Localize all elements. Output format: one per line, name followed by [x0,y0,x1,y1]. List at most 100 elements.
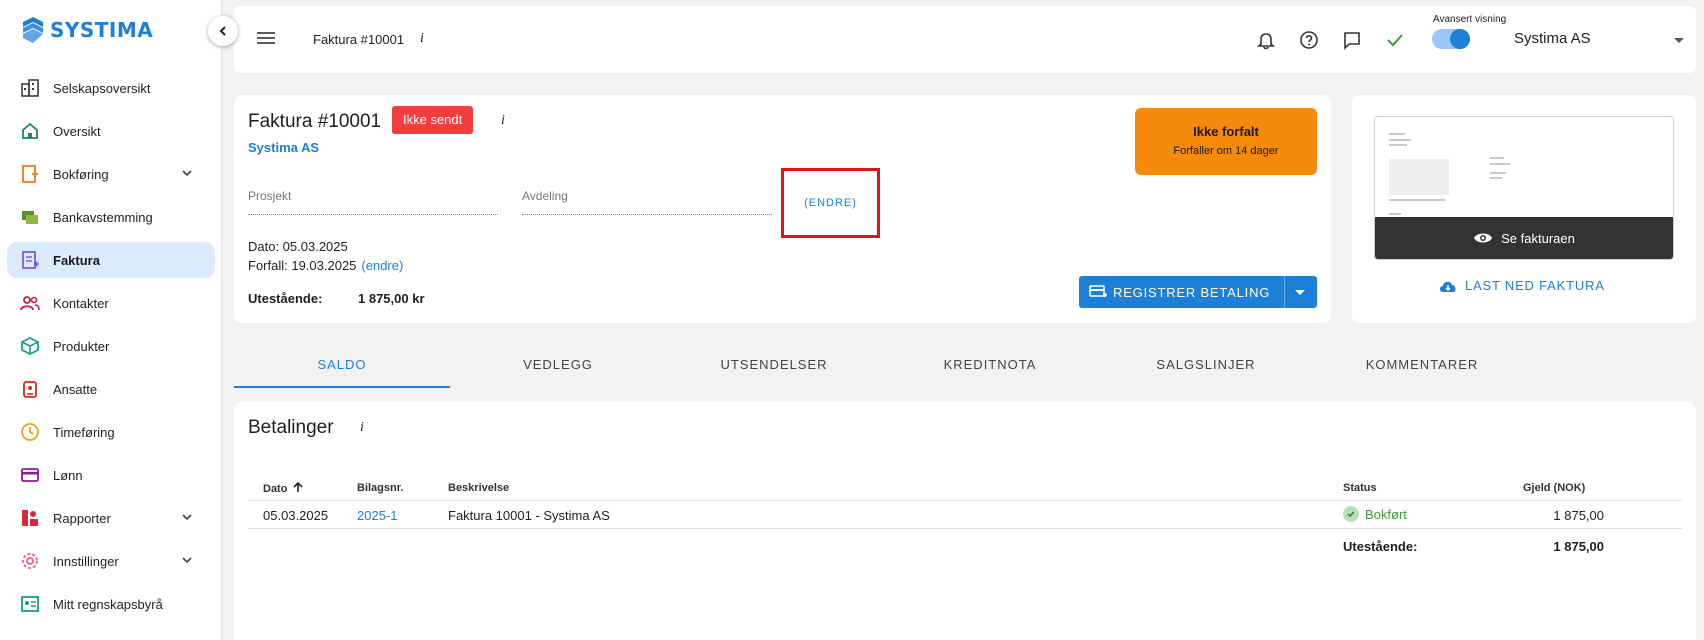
advanced-view-label: Avansert visning [1433,14,1507,25]
notification-bell-icon[interactable] [1254,28,1278,52]
sidebar-item-label: Bokføring [53,166,109,182]
register-payment-dropdown-icon[interactable] [1295,290,1305,295]
column-header-description[interactable]: Beskrivelse [448,482,509,494]
chevron-down-icon [182,557,192,564]
tab-salgslinjer[interactable]: SALGSLINJER [1098,350,1314,388]
sidebar-item-produkter[interactable]: Produkter [7,328,215,364]
tab-utsendelser[interactable]: UTSENDELSER [666,350,882,388]
sidebar-item-innstillinger[interactable]: Innstillinger [7,543,215,579]
sidebar-nav: Selskapsoversikt Oversikt Bokføring Bank… [7,70,215,629]
sidebar-item-timeforing[interactable]: Timeføring [7,414,215,450]
sidebar-item-label: Faktura [53,252,100,268]
tab-kommentarer[interactable]: KOMMENTARER [1314,350,1530,388]
sidebar-item-label: Timeføring [53,424,115,440]
sidebar-item-bankavstemming[interactable]: Bankavstemming [7,199,215,235]
voucher-link[interactable]: 2025-1 [357,508,397,523]
sidebar-item-label: Produkter [53,338,110,354]
payments-card: Betalinger i Dato Bilagsnr. Beskrivelse … [234,402,1696,640]
arrow-up-icon [292,481,303,492]
sidebar-item-rapporter[interactable]: Rapporter [7,500,215,536]
collapse-sidebar-button[interactable] [208,16,238,46]
product-box-icon [19,335,41,357]
change-dimensions-button[interactable]: (ENDRE) [781,168,880,238]
chat-icon[interactable] [1340,28,1364,52]
register-payment-button[interactable]: REGISTRER BETALING [1079,276,1317,308]
employee-badge-icon [19,378,41,400]
info-icon[interactable]: i [420,31,424,47]
sidebar-item-label: Rapporter [53,510,111,526]
department-label: Avdeling [522,189,568,203]
cloud-download-icon [1439,279,1457,293]
column-header-status[interactable]: Status [1343,482,1377,494]
bank-reconcile-icon [19,206,41,228]
sidebar-item-label: Lønn [53,467,83,483]
sidebar-item-label: Oversikt [53,123,101,139]
reports-icon [19,507,41,529]
sidebar-item-oversikt[interactable]: Oversikt [7,113,215,149]
building-icon [19,77,41,99]
status-cell: Bokført [1343,506,1407,522]
payment-card-icon [1089,283,1107,301]
payroll-card-icon [19,464,41,486]
invoice-thumbnail[interactable]: Se fakturaen [1374,116,1674,260]
outstanding-value: 1 875,00 kr [358,291,425,306]
register-payment-label: REGISTRER BETALING [1113,284,1271,300]
sidebar-item-label: Mitt regnskapsbyrå [53,596,163,612]
tab-saldo[interactable]: SALDO [234,350,450,388]
invoice-company-link[interactable]: Systima AS [248,140,319,155]
download-invoice-label: LAST NED FAKTURA [1465,278,1605,293]
sidebar-item-label: Selskapsoversikt [53,80,151,96]
cell-debt: 1 875,00 [1553,508,1604,523]
view-invoice-overlay[interactable]: Se fakturaen [1375,217,1673,259]
sidebar-item-kontakter[interactable]: Kontakter [7,285,215,321]
table-row[interactable]: 05.03.2025 2025-1 Faktura 10001 - Systim… [248,500,1682,529]
sidebar-item-label: Bankavstemming [53,209,153,225]
bookkeeping-icon [19,163,41,185]
contacts-icon [19,292,41,314]
advanced-view-toggle[interactable] [1432,29,1470,49]
company-select-value: Systima AS [1514,30,1591,47]
home-icon [19,120,41,142]
cell-date: 05.03.2025 [263,508,329,523]
sidebar-item-selskapsoversikt[interactable]: Selskapsoversikt [7,70,215,106]
check-circle-icon [1343,506,1359,522]
systima-logo-icon [23,17,43,43]
column-header-date[interactable]: Dato [263,481,303,495]
tab-vedlegg[interactable]: VEDLEGG [450,350,666,388]
info-icon[interactable]: i [501,113,505,129]
page-title: Faktura #10001 [313,32,405,47]
help-icon[interactable] [1297,28,1321,52]
chevron-left-icon [219,26,226,36]
column-header-voucher[interactable]: Bilagsnr. [357,482,403,494]
column-header-debt[interactable]: Gjeld (NOK) [1523,482,1585,494]
change-link-label: (ENDRE) [804,197,857,209]
download-invoice-button[interactable]: LAST NED FAKTURA [1439,278,1605,293]
change-due-date-link[interactable]: (endre) [361,258,403,273]
project-field[interactable]: Prosjekt [248,189,498,215]
checkmark-icon[interactable] [1383,28,1407,52]
invoice-due-date: Forfall: 19.03.2025 (endre) [248,258,404,273]
sidebar-item-mitt-regnskapsbyra[interactable]: Mitt regnskapsbyrå [7,586,215,622]
view-invoice-label: Se fakturaen [1501,230,1575,246]
company-select[interactable]: Systima AS [1514,30,1684,52]
invoice-icon [19,249,41,271]
due-status-box: Ikke forfalt Forfaller om 14 dager [1135,108,1317,175]
sidebar-item-lonn[interactable]: Lønn [7,457,215,493]
sidebar-item-ansatte[interactable]: Ansatte [7,371,215,407]
logo[interactable]: SYSTIMA [22,16,153,44]
cell-description: Faktura 10001 - Systima AS [448,508,610,523]
tab-kreditnota[interactable]: KREDITNOTA [882,350,1098,388]
invoice-tabs: SALDO VEDLEGG UTSENDELSER KREDITNOTA SAL… [234,350,1696,388]
sidebar-item-bokforing[interactable]: Bokføring [7,156,215,192]
due-status-subtitle: Forfaller om 14 dager [1173,145,1279,157]
hamburger-menu-icon[interactable] [256,30,276,51]
accounting-firm-icon [19,593,41,615]
table-outstanding-value: 1 875,00 [1553,539,1604,554]
sidebar-item-faktura[interactable]: Faktura [7,242,215,278]
payments-title: Betalinger [248,417,334,438]
status-text: Bokført [1365,506,1407,522]
status-badge: Ikke sendt [392,106,474,134]
department-field[interactable]: Avdeling [522,189,772,215]
due-status-title: Ikke forfalt [1193,124,1259,139]
info-icon[interactable]: i [360,420,364,436]
